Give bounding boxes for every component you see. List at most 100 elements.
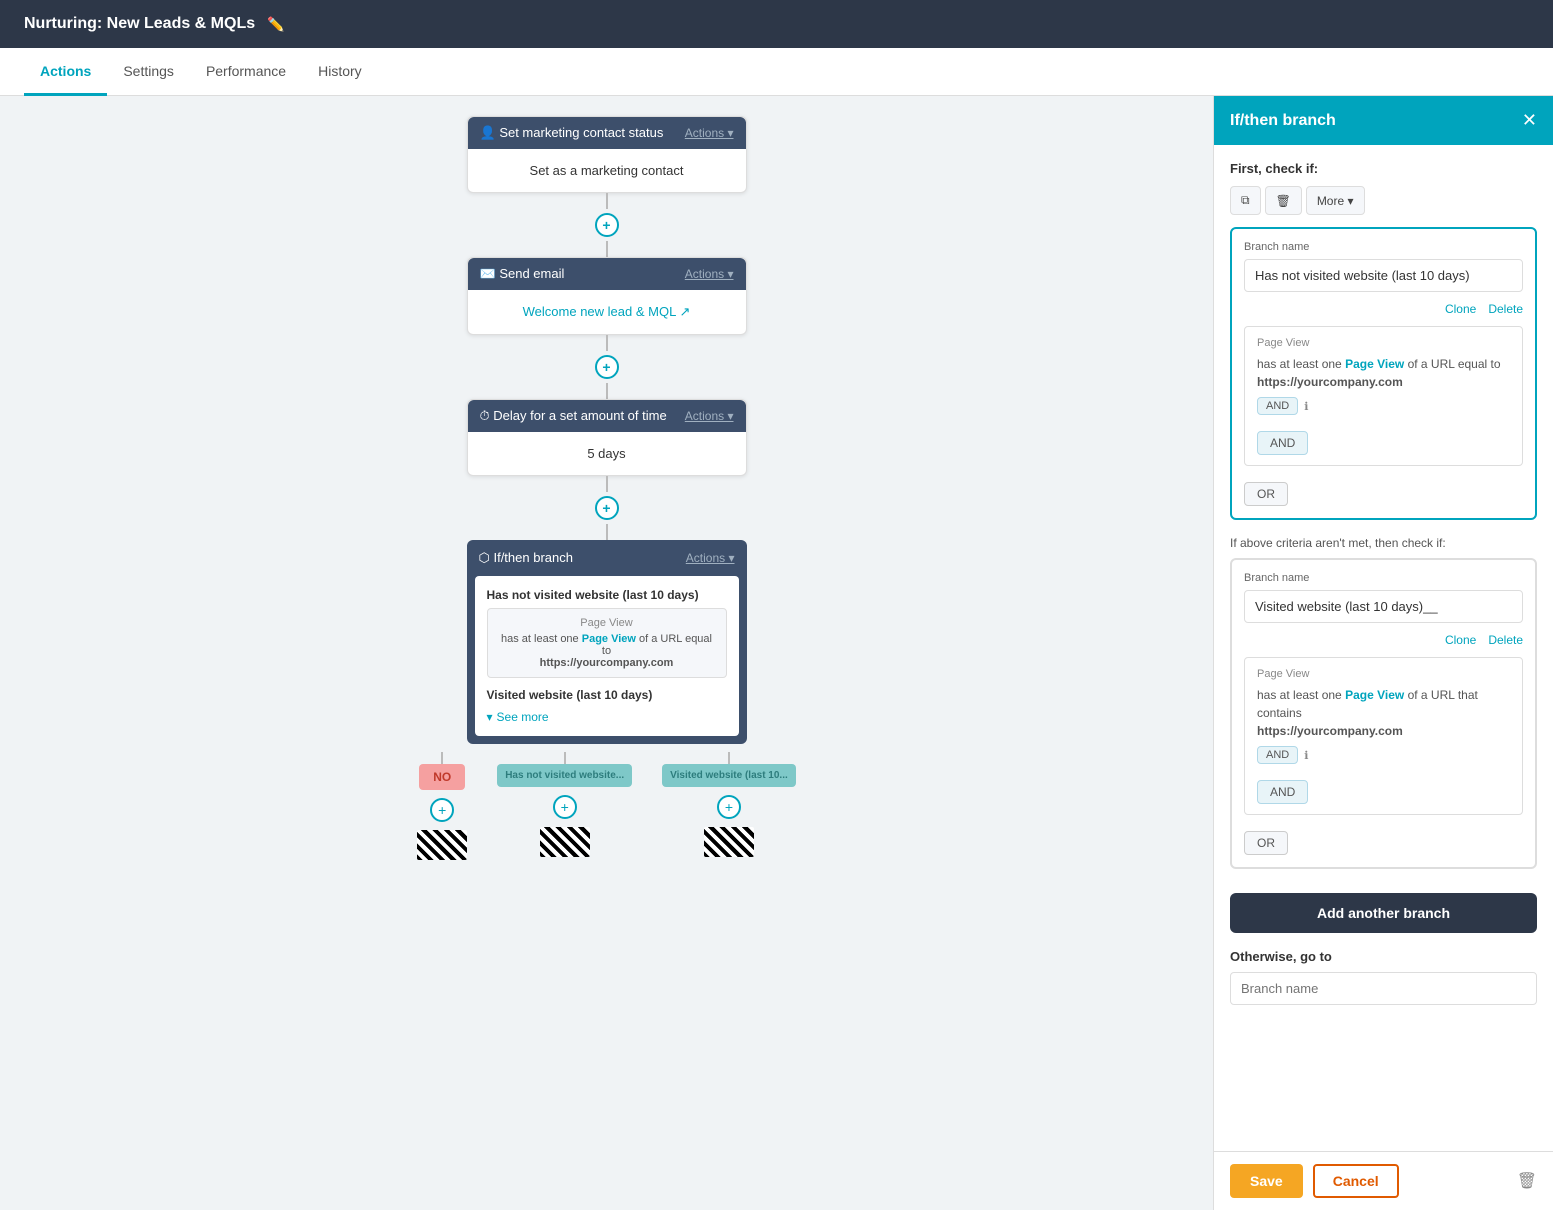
branch1-filter-title: Page View — [1257, 337, 1510, 349]
footer-trash-icon[interactable]: 🗑 — [1517, 1171, 1537, 1191]
panel-footer: Save Cancel 🗑 — [1214, 1151, 1553, 1210]
panel-body: First, check if: ⧉ 🗑 More ▾ Branch name … — [1214, 145, 1553, 1151]
panel-close-icon[interactable]: ✕ — [1522, 110, 1537, 131]
branch2-filter-text: has at least one Page View of a URL that… — [1257, 686, 1510, 740]
send-email-header: ✉️ Send email Actions ▾ — [468, 258, 746, 290]
save-button[interactable]: Save — [1230, 1164, 1303, 1198]
workflow-title: Nurturing: New Leads & MQLs — [24, 15, 255, 33]
edit-title-icon[interactable]: ✏️ — [267, 16, 284, 33]
branch1-filter-tags: AND ℹ — [1257, 397, 1510, 415]
branch1-filter-link: Page View — [1345, 357, 1404, 371]
tab-actions[interactable]: Actions — [24, 49, 107, 96]
branch-add-has-not[interactable]: + — [553, 795, 577, 819]
send-email-actions[interactable]: Actions ▾ — [685, 267, 734, 281]
branch2-filter-link: Page View — [1345, 688, 1404, 702]
connector-1 — [606, 193, 608, 209]
branch2-filter-tags: AND ℹ — [1257, 746, 1510, 764]
connector-3b — [606, 524, 608, 540]
branch-end-visited — [704, 827, 754, 857]
set-marketing-node: 👤 Set marketing contact status Actions ▾… — [467, 116, 747, 193]
branch1-name-input[interactable] — [1244, 259, 1523, 292]
branch1-card-label: Branch name — [1244, 241, 1523, 253]
branch1-filter-text: has at least one Page View of a URL equa… — [1257, 355, 1510, 391]
main-layout: 👤 Set marketing contact status Actions ▾… — [0, 96, 1553, 1210]
branch-label-no: NO — [419, 764, 465, 790]
branch2-card: Branch name Clone Delete Page View has a… — [1230, 558, 1537, 869]
branch1-info-icon[interactable]: ℹ — [1304, 400, 1308, 413]
branch1-clone-link[interactable]: Clone — [1445, 302, 1476, 316]
add-btn-1[interactable]: + — [595, 213, 619, 237]
branch2-clone-link[interactable]: Clone — [1445, 633, 1476, 647]
tab-history[interactable]: History — [302, 49, 378, 96]
branch2-clone-delete: Clone Delete — [1244, 633, 1523, 647]
panel-title: If/then branch — [1230, 112, 1336, 130]
branch1-delete-link[interactable]: Delete — [1488, 302, 1523, 316]
first-check-label: First, check if: — [1230, 161, 1537, 176]
connector-2b — [606, 383, 608, 399]
branch1-card: Branch name Clone Delete Page View has a… — [1230, 227, 1537, 520]
if-then-node: ⬡ If/then branch Actions ▾ Has not visit… — [467, 540, 747, 744]
branch1-and-btn[interactable]: AND — [1257, 431, 1308, 455]
branch-output-has-not: Has not visited website... + — [497, 752, 632, 857]
add-another-branch-btn[interactable]: Add another branch — [1230, 893, 1537, 933]
connector-1b — [606, 241, 608, 257]
canvas: 👤 Set marketing contact status Actions ▾… — [0, 96, 1213, 1210]
branch1-or-btn[interactable]: OR — [1244, 482, 1288, 506]
see-more[interactable]: ▾ See more — [487, 710, 727, 724]
branch2-name-input[interactable] — [1244, 590, 1523, 623]
if-then-actions[interactable]: Actions ▾ — [686, 551, 735, 565]
cancel-button[interactable]: Cancel — [1313, 1164, 1399, 1198]
workflow: 👤 Set marketing contact status Actions ▾… — [20, 116, 1193, 860]
branch-line-has-not — [564, 752, 566, 764]
send-email-node: ✉️ Send email Actions ▾ Welcome new lead… — [467, 257, 747, 335]
connector-2 — [606, 335, 608, 351]
mini-page-view-label: Page View — [498, 617, 716, 629]
copy-toolbar-btn[interactable]: ⧉ — [1230, 186, 1261, 215]
connector-3 — [606, 476, 608, 492]
delete-toolbar-btn[interactable]: 🗑 — [1265, 186, 1302, 215]
send-email-body: Welcome new lead & MQL ↗ — [468, 290, 746, 334]
otherwise-input[interactable] — [1230, 972, 1537, 1005]
mini-card-text: has at least one Page View of a URL equa… — [498, 633, 716, 669]
branch2-delete-link[interactable]: Delete — [1488, 633, 1523, 647]
branch2-or-btn[interactable]: OR — [1244, 831, 1288, 855]
branch2-title: Visited website (last 10 days) — [487, 688, 727, 702]
set-marketing-header: 👤 Set marketing contact status Actions ▾ — [468, 117, 746, 149]
top-bar: Nurturing: New Leads & MQLs ✏️ — [0, 0, 1553, 48]
add-btn-2[interactable]: + — [595, 355, 619, 379]
branch2-filter-card: Page View has at least one Page View of … — [1244, 657, 1523, 815]
branch-output-no: NO + — [417, 752, 467, 860]
branch2-and-btn[interactable]: AND — [1257, 780, 1308, 804]
if-then-icon: ⬡ If/then branch — [479, 550, 573, 566]
branch-label-visited: Visited website (last 10... — [662, 764, 796, 787]
set-marketing-actions[interactable]: Actions ▾ — [685, 126, 734, 140]
email-link[interactable]: Welcome new lead & MQL ↗ — [523, 304, 691, 319]
branch2-info-icon[interactable]: ℹ — [1304, 749, 1308, 762]
tab-performance[interactable]: Performance — [190, 49, 302, 96]
branch-add-visited[interactable]: + — [717, 795, 741, 819]
branch1-filter-card: Page View has at least one Page View of … — [1244, 326, 1523, 466]
branch-outputs: NO + Has not visited website... + Visite… — [417, 752, 796, 860]
branch-add-no[interactable]: + — [430, 798, 454, 822]
tab-settings[interactable]: Settings — [107, 49, 190, 96]
branch-mini-card: Page View has at least one Page View of … — [487, 608, 727, 678]
branch-line-visited — [728, 752, 730, 764]
if-then-header: ⬡ If/then branch Actions ▾ — [467, 540, 747, 576]
toolbar-row: ⧉ 🗑 More ▾ — [1230, 186, 1537, 215]
footer-actions: Save Cancel — [1230, 1164, 1399, 1198]
set-marketing-body: Set as a marketing contact — [468, 149, 746, 192]
branch1-title: Has not visited website (last 10 days) — [487, 588, 727, 602]
delay-header: ⏱ Delay for a set amount of time Actions… — [468, 400, 746, 432]
branch-label-has-not: Has not visited website... — [497, 764, 632, 787]
if-then-body: Has not visited website (last 10 days) P… — [475, 576, 739, 736]
more-toolbar-btn[interactable]: More ▾ — [1306, 186, 1365, 215]
delay-actions[interactable]: Actions ▾ — [685, 409, 734, 423]
add-btn-3[interactable]: + — [595, 496, 619, 520]
branch1-and-tag[interactable]: AND — [1257, 397, 1298, 415]
branch2-and-tag[interactable]: AND — [1257, 746, 1298, 764]
branch1-clone-delete: Clone Delete — [1244, 302, 1523, 316]
panel-header: If/then branch ✕ — [1214, 96, 1553, 145]
branch-end-no — [417, 830, 467, 860]
delay-body: 5 days — [468, 432, 746, 475]
send-email-icon: ✉️ Send email — [480, 266, 565, 282]
